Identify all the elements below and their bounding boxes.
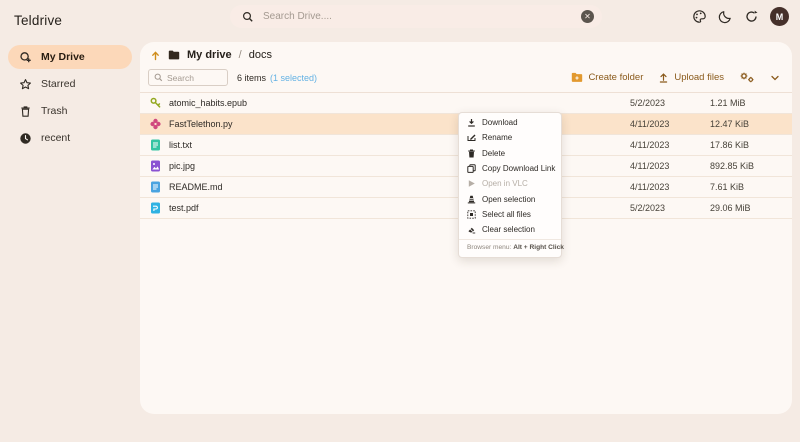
breadcrumb-separator: /: [239, 49, 242, 61]
select-all-icon: [467, 210, 476, 219]
star-icon: [19, 78, 32, 91]
go-up-icon[interactable]: [150, 50, 161, 61]
menu-item-label: Select all files: [482, 210, 531, 219]
file-name: atomic_habits.epub: [169, 98, 247, 108]
drive-icon: [19, 51, 32, 64]
text-file-icon: [150, 139, 161, 151]
hint-prefix: Browser menu:: [467, 244, 511, 251]
sidebar-item-label: recent: [41, 132, 70, 144]
breadcrumb-root[interactable]: My drive: [187, 49, 232, 61]
file-name: list.txt: [169, 140, 192, 150]
context-menu: Download Rename Delete Copy Download Lin…: [458, 112, 562, 258]
python-file-icon: [150, 118, 161, 130]
selected-count: (1 selected): [270, 73, 317, 83]
file-size: 1.21 MiB: [710, 98, 746, 108]
delete-icon: [467, 149, 476, 158]
pdf-file-icon: [150, 202, 161, 214]
toolbar-actions: Create folder Upload files: [571, 71, 780, 84]
clear-selection-icon: [467, 225, 476, 234]
chevron-down-icon[interactable]: [770, 73, 780, 83]
sidebar-item-label: Starred: [41, 78, 75, 90]
file-row-atomic-habits[interactable]: atomic_habits.epub 5/2/2023 1.21 MiB: [140, 93, 792, 114]
file-name: FastTelethon.py: [169, 119, 233, 129]
list-search-input[interactable]: [167, 73, 222, 83]
epub-file-icon: [150, 97, 161, 109]
clear-search-icon[interactable]: ✕: [581, 10, 594, 23]
menu-item-rename[interactable]: Rename: [459, 130, 561, 145]
refresh-icon[interactable]: [744, 9, 759, 24]
image-file-icon: [150, 160, 161, 172]
file-name: README.md: [169, 182, 223, 192]
file-name: pic.jpg: [169, 161, 195, 171]
upload-files-label: Upload files: [674, 72, 724, 83]
upload-icon: [658, 72, 669, 83]
global-search-bar[interactable]: ✕: [230, 5, 602, 28]
copy-link-icon: [467, 164, 476, 173]
menu-item-copy-download-link[interactable]: Copy Download Link: [459, 161, 561, 176]
vlc-cone-icon: [467, 195, 476, 204]
avatar[interactable]: M: [770, 7, 789, 26]
app-title: Teldrive: [0, 0, 140, 28]
create-folder-label: Create folder: [588, 72, 643, 83]
play-icon: [467, 179, 476, 188]
search-icon: [154, 73, 163, 82]
breadcrumb-current[interactable]: docs: [249, 49, 272, 61]
menu-item-label: Delete: [482, 149, 505, 158]
file-name: test.pdf: [169, 203, 199, 213]
sidebar-item-label: My Drive: [41, 51, 85, 63]
menu-item-select-all-files[interactable]: Select all files: [459, 207, 561, 222]
file-date: 4/11/2023: [630, 140, 669, 150]
file-size: 892.85 KiB: [710, 161, 754, 171]
menu-item-label: Clear selection: [482, 225, 535, 234]
create-folder-button[interactable]: Create folder: [571, 72, 643, 83]
clock-icon: [19, 132, 32, 145]
trash-icon: [19, 105, 32, 118]
sidebar: Teldrive My Drive Starred Trash recent: [0, 0, 140, 442]
folder-icon: [168, 50, 180, 60]
file-date: 4/11/2023: [630, 119, 669, 129]
items-count: 6 items: [237, 73, 266, 83]
breadcrumb: My drive / docs: [140, 42, 792, 65]
file-size: 17.86 KiB: [710, 140, 749, 150]
sidebar-nav: My Drive Starred Trash recent: [0, 45, 140, 150]
file-date: 4/11/2023: [630, 161, 669, 171]
menu-item-label: Open selection: [482, 195, 535, 204]
file-date: 5/2/2023: [630, 98, 665, 108]
file-date: 4/11/2023: [630, 182, 669, 192]
palette-icon[interactable]: [692, 9, 707, 24]
sidebar-item-label: Trash: [41, 105, 67, 117]
folder-plus-icon: [571, 72, 583, 83]
operations-icon[interactable]: [739, 71, 755, 84]
rename-icon: [467, 133, 476, 142]
download-icon: [467, 118, 476, 127]
file-size: 29.06 MiB: [710, 203, 751, 213]
menu-item-delete[interactable]: Delete: [459, 146, 561, 161]
search-icon: [242, 11, 254, 23]
global-search-input[interactable]: [263, 11, 572, 22]
menu-item-download[interactable]: Download: [459, 115, 561, 130]
file-date: 5/2/2023: [630, 203, 665, 213]
file-size: 12.47 KiB: [710, 119, 749, 129]
menu-item-open-selection[interactable]: Open selection: [459, 191, 561, 206]
upload-files-button[interactable]: Upload files: [658, 72, 724, 83]
moon-icon[interactable]: [718, 9, 733, 24]
header-actions: M: [692, 7, 789, 26]
menu-item-label: Rename: [482, 133, 512, 142]
menu-item-open-in-vlc: Open in VLC: [459, 176, 561, 191]
sidebar-item-my-drive[interactable]: My Drive: [8, 45, 132, 69]
markdown-file-icon: [150, 181, 161, 193]
sidebar-item-trash[interactable]: Trash: [8, 99, 132, 123]
list-search-box[interactable]: [148, 69, 228, 86]
sidebar-item-recent[interactable]: recent: [8, 126, 132, 150]
menu-item-label: Open in VLC: [482, 179, 528, 188]
toolbar: 6 items (1 selected) Create folder Uploa…: [140, 65, 792, 92]
hint-shortcut: Alt + Right Click: [513, 244, 564, 251]
menu-item-label: Copy Download Link: [482, 164, 555, 173]
context-menu-hint: Browser menu: Alt + Right Click: [459, 239, 561, 255]
menu-item-clear-selection[interactable]: Clear selection: [459, 222, 561, 237]
sidebar-item-starred[interactable]: Starred: [8, 72, 132, 96]
file-size: 7.61 KiB: [710, 182, 744, 192]
menu-item-label: Download: [482, 118, 518, 127]
